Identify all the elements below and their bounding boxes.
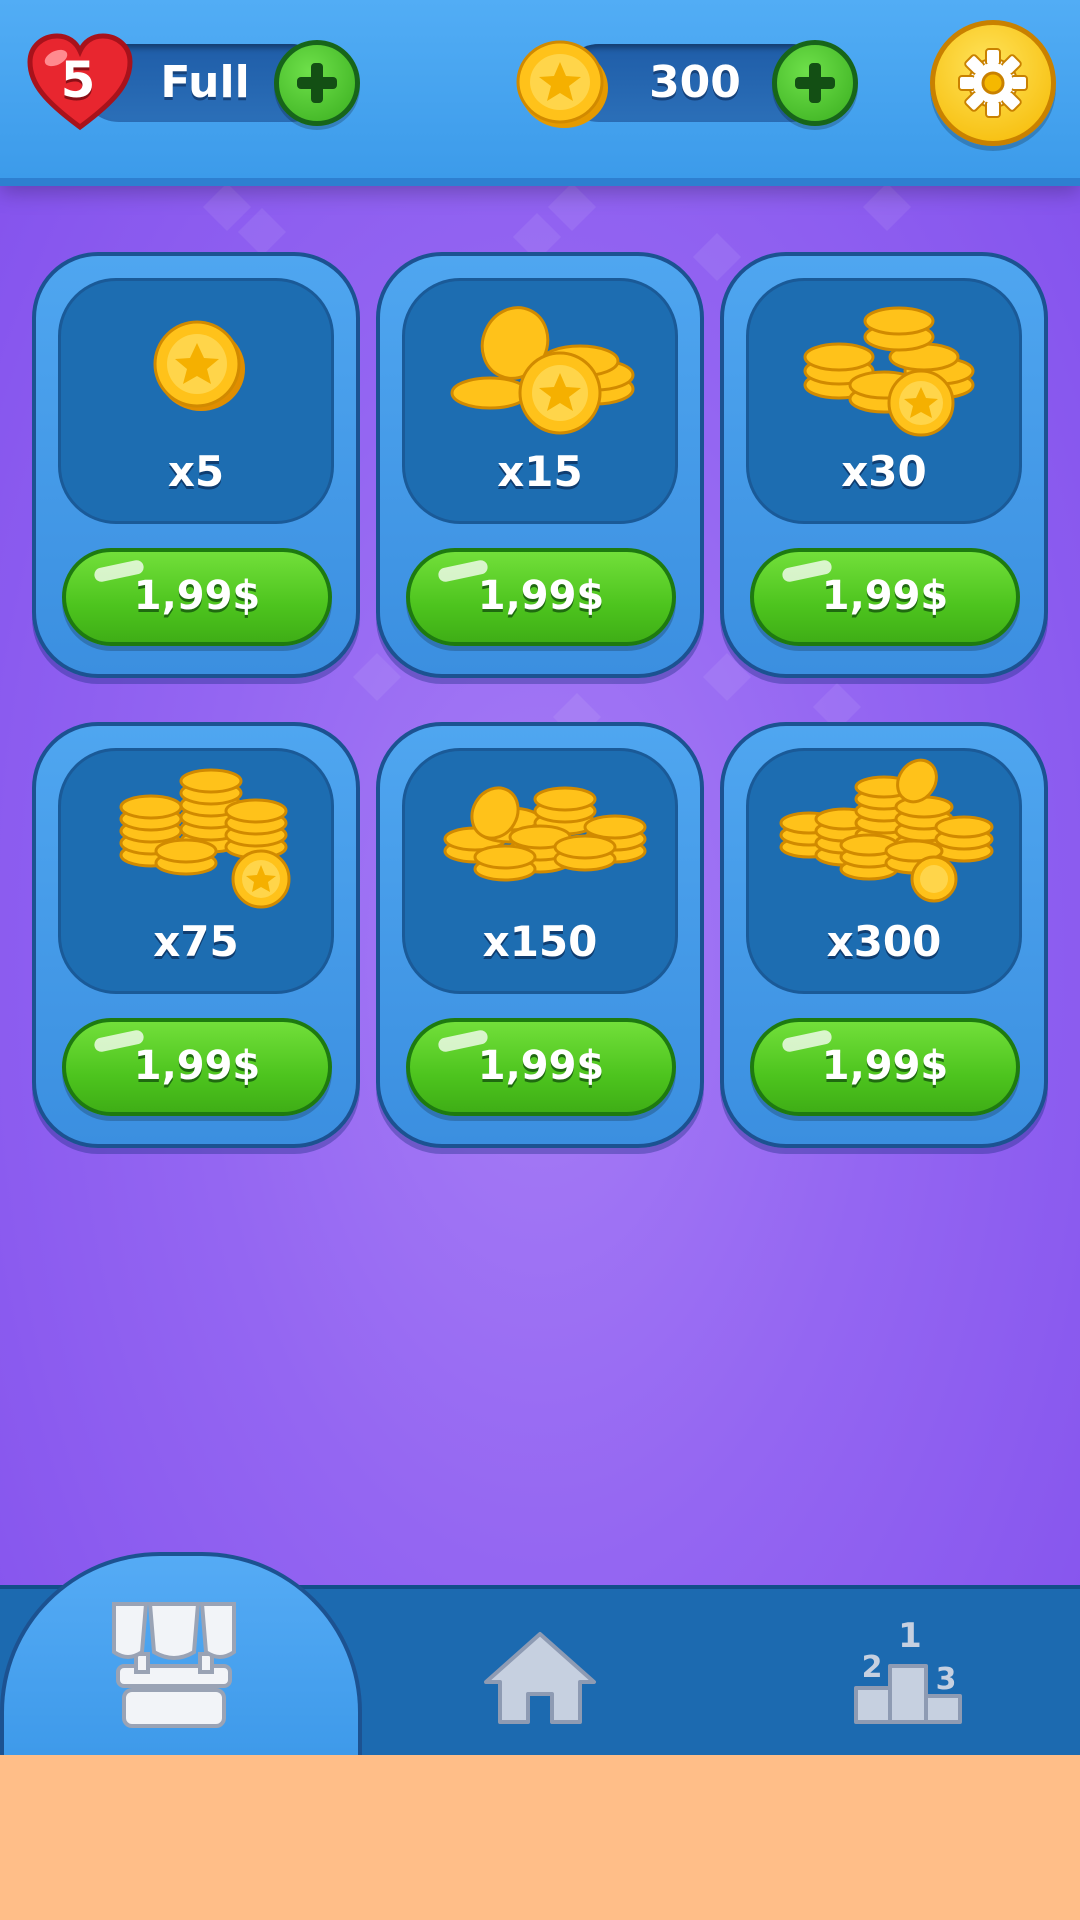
add-coins-button[interactable]: [772, 40, 858, 126]
shop-item-display: x150: [402, 748, 678, 994]
nav-tab-shop[interactable]: [0, 1552, 362, 1755]
coin-stack-icon: [450, 306, 635, 435]
item-quantity: x150: [482, 917, 598, 966]
home-icon: [484, 1632, 596, 1724]
coin-stack-icon: [803, 306, 975, 437]
podium-first-label: 1: [898, 1616, 922, 1656]
gear-icon: [958, 48, 1028, 118]
buy-button[interactable]: 1,99$: [750, 548, 1020, 646]
nav-tab-home[interactable]: [480, 1628, 600, 1728]
coin-stack-icon: [779, 758, 994, 903]
shop-item-card[interactable]: x75 1,99$: [32, 722, 360, 1148]
shop-item-display: x15: [402, 278, 678, 524]
shop-item-card[interactable]: x15 1,99$: [376, 252, 704, 678]
bg-pattern: [202, 182, 252, 232]
settings-button[interactable]: [930, 20, 1056, 146]
bg-pattern: [352, 652, 402, 702]
shop-item-card[interactable]: x300 1,99$: [720, 722, 1048, 1148]
game-background: Full 5 300 x5 1,99$ x15 1,99$ x30 1,99$ …: [0, 0, 1080, 1755]
shop-item-display: x300: [746, 748, 1022, 994]
podium-second-label: 2: [861, 1650, 883, 1685]
plus-icon: [795, 63, 835, 103]
add-lives-button[interactable]: [274, 40, 360, 126]
item-quantity: x300: [826, 917, 942, 966]
shop-item-display: x75: [58, 748, 334, 994]
item-quantity: x75: [153, 917, 239, 966]
podium-third-label: 3: [935, 1662, 957, 1697]
footer-strip: [0, 1755, 1080, 1920]
coin-stack-icon: [443, 786, 647, 882]
lives-count: 5: [60, 51, 96, 109]
coin-balance: 300: [649, 57, 741, 108]
bg-pattern: [237, 207, 287, 257]
bg-pattern: [692, 232, 742, 282]
item-quantity: x15: [497, 447, 583, 496]
bg-pattern: [862, 182, 912, 232]
item-quantity: x30: [841, 447, 927, 496]
buy-button[interactable]: 1,99$: [406, 548, 676, 646]
shop-icon: [112, 1602, 236, 1728]
buy-button[interactable]: 1,99$: [62, 1018, 332, 1116]
coin-icon: [516, 40, 608, 128]
nav-tab-leaderboard[interactable]: 1 2 3: [848, 1616, 968, 1728]
shop-item-card[interactable]: x5 1,99$: [32, 252, 360, 678]
buy-button[interactable]: 1,99$: [62, 548, 332, 646]
shop-item-display: x30: [746, 278, 1022, 524]
buy-button[interactable]: 1,99$: [750, 1018, 1020, 1116]
coin-stack-icon: [119, 768, 291, 909]
plus-icon: [297, 63, 337, 103]
shop-item-display: x5: [58, 278, 334, 524]
shop-item-card[interactable]: x30 1,99$: [720, 252, 1048, 678]
coin-stack-icon: [153, 320, 245, 411]
shop-item-card[interactable]: x150 1,99$: [376, 722, 704, 1148]
lives-status: Full: [160, 57, 250, 108]
top-bar: Full 5 300: [0, 0, 1080, 178]
buy-button[interactable]: 1,99$: [406, 1018, 676, 1116]
item-quantity: x5: [167, 447, 225, 496]
bg-pattern: [547, 182, 597, 232]
